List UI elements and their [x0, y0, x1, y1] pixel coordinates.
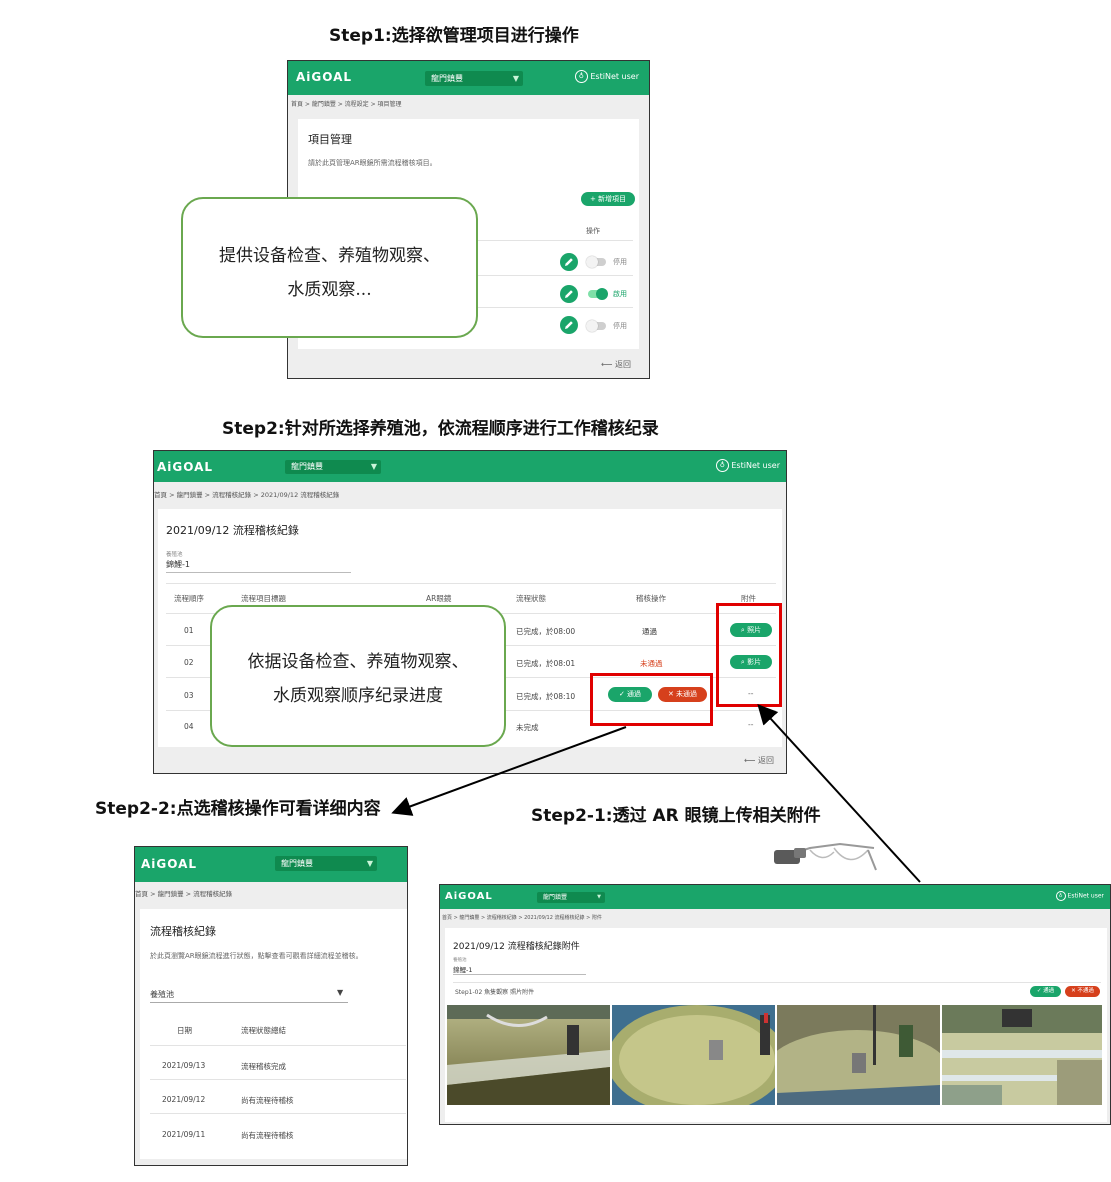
row-summary[interactable]: 尚有流程待稽核: [241, 1130, 294, 1141]
breadcrumb: 首頁 > 龍門鎮豐 > 流程稽核紀錄 > 2021/09/12 流程稽核紀錄 >…: [442, 915, 602, 921]
fail-button[interactable]: ✕ 不通過: [1065, 986, 1100, 997]
step2-1-title: Step2-1:透过 AR 眼镜上传相关附件: [531, 806, 821, 826]
farm-select[interactable]: 龍門鎮豐 ▼: [275, 856, 377, 871]
row-date[interactable]: 2021/09/12: [162, 1095, 205, 1104]
audit-list-card: 流程稽核紀錄 於此頁瀏覽AR眼鏡流程進行狀態，點擊查看可觀看詳細流程並稽核。 養…: [140, 909, 407, 1159]
caret-down-icon: ▼: [597, 894, 601, 900]
attachment-photo[interactable]: [942, 1005, 1102, 1105]
caret-down-icon[interactable]: ▼: [337, 988, 343, 997]
attachment-card: 2021/09/12 流程稽核紀錄附件 養殖池 錦鯉-1 Step1-02 魚隻…: [445, 928, 1107, 1122]
user-icon: ♁: [1055, 891, 1066, 901]
row-date[interactable]: 2021/09/11: [162, 1130, 205, 1139]
attachment-screenshot: AiGOAL 龍門鎮豐 ▼ ♁ EstiNet user 首頁 > 龍門鎮豐 > …: [439, 884, 1111, 1125]
attachment-photo[interactable]: [777, 1005, 940, 1105]
aigoal-logo: AiGOAL: [141, 857, 198, 871]
arrow-to-step2-2: [391, 726, 627, 816]
pond-label: 養殖池: [453, 958, 467, 963]
row-summary[interactable]: 尚有流程待稽核: [241, 1095, 294, 1106]
row-date[interactable]: 2021/09/13: [162, 1061, 205, 1070]
pond-select[interactable]: 養殖池: [150, 989, 174, 1000]
page-description: 於此頁瀏覽AR眼鏡流程進行狀態，點擊查看可觀看詳細流程並稽核。: [150, 952, 363, 960]
row-summary[interactable]: 流程稽核完成: [241, 1061, 286, 1072]
user-menu[interactable]: ♁ EstiNet user: [1055, 891, 1104, 901]
page-title: 2021/09/12 流程稽核紀錄附件: [453, 942, 580, 952]
aigoal-logo: AiGOAL: [445, 891, 493, 902]
top-bar: AiGOAL 龍門鎮豐 ▼ ♁ EstiNet user: [440, 885, 1110, 909]
caret-down-icon: ▼: [366, 859, 373, 868]
breadcrumb: 首頁 > 龍門鎮豐 > 流程稽核紀錄: [135, 890, 233, 898]
audit-list-screenshot: AiGOAL 龍門鎮豐 ▼ 首頁 > 龍門鎮豐 > 流程稽核紀錄 流程稽核紀錄 於…: [134, 846, 408, 1166]
page-title: 流程稽核紀錄: [150, 925, 216, 938]
attachment-photo[interactable]: [447, 1005, 610, 1105]
column-header-date: 日期: [177, 1026, 192, 1035]
ar-glasses-icon: [774, 842, 877, 871]
column-header-summary: 流程狀態總結: [241, 1026, 286, 1035]
farm-select[interactable]: 龍門鎮豐 ▼: [537, 892, 605, 903]
pass-button[interactable]: ✓ 通過: [1030, 986, 1061, 997]
attachment-photo[interactable]: [612, 1005, 775, 1105]
step2-2-title: Step2-2:点选稽核操作可看详细内容: [95, 799, 381, 819]
pond-value: 錦鯉-1: [453, 966, 473, 974]
top-bar: AiGOAL 龍門鎮豐 ▼: [135, 847, 407, 882]
attachment-section-title: Step1-02 魚隻觀察 照片附件: [455, 989, 535, 996]
